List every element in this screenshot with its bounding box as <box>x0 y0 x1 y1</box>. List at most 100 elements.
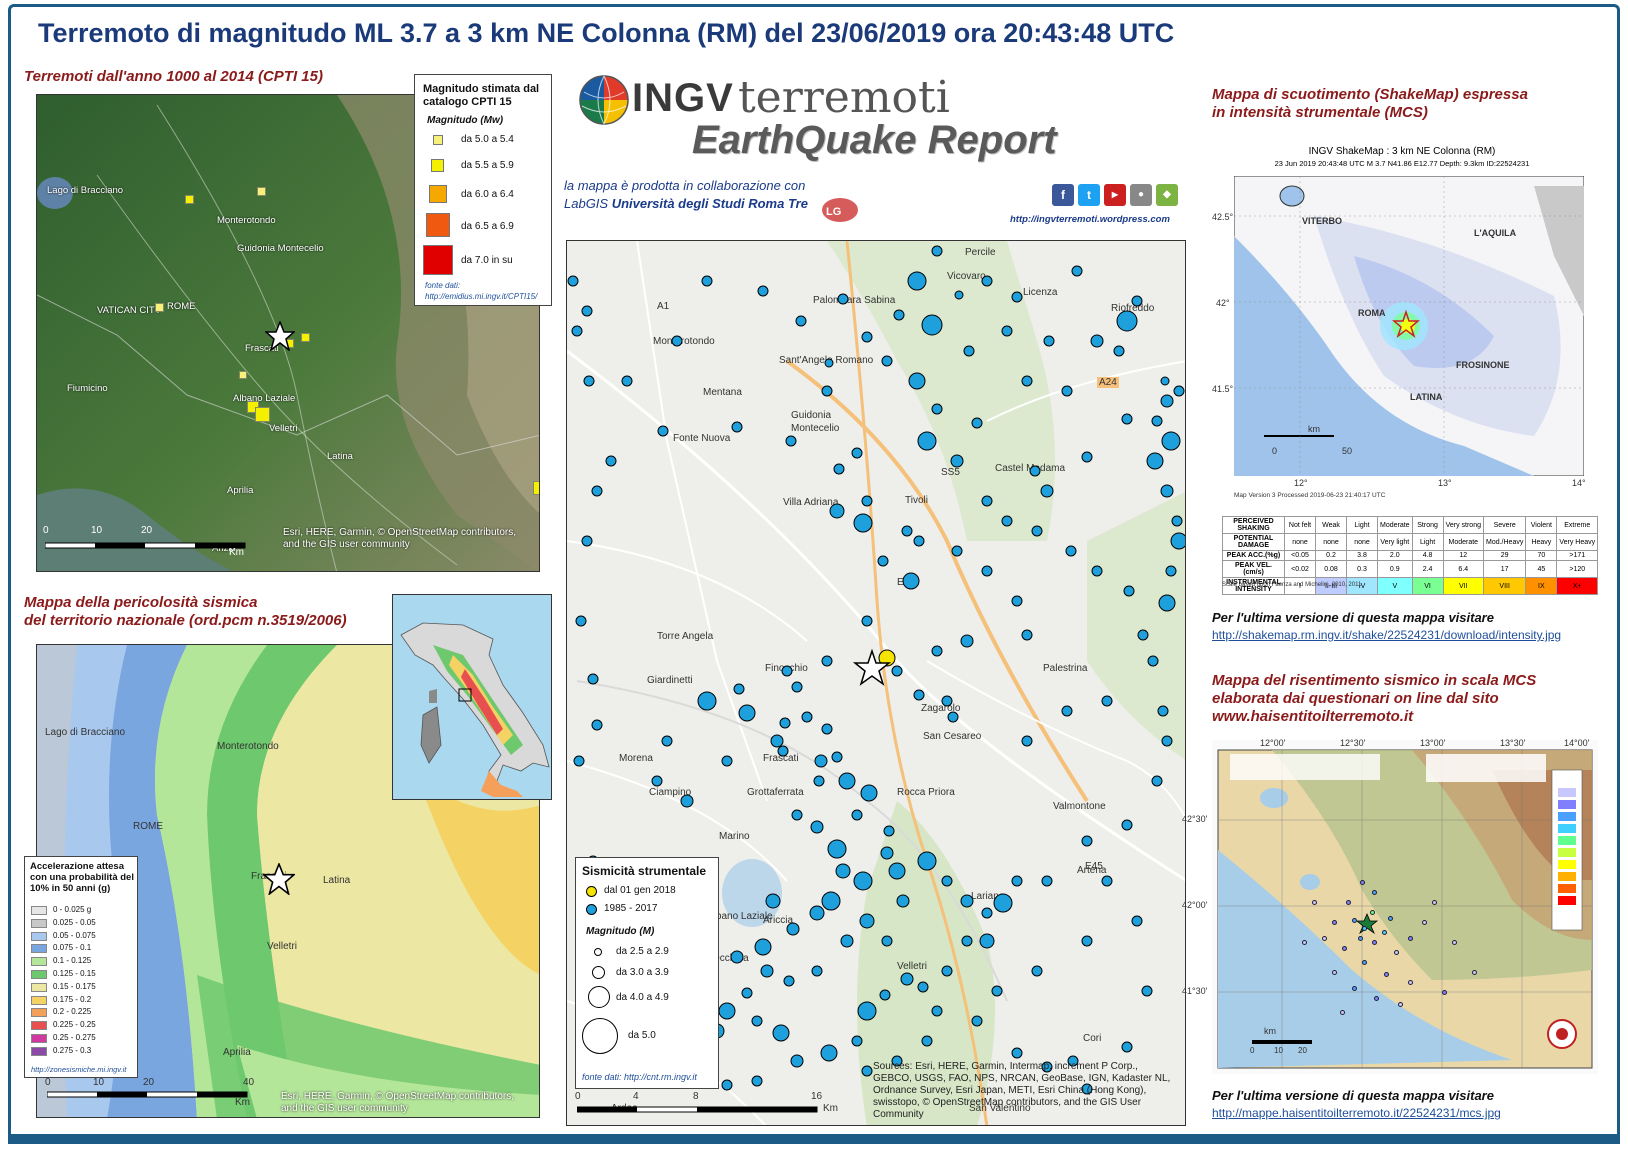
quake-event-marker[interactable] <box>757 285 769 297</box>
felt-report-marker[interactable] <box>1332 970 1337 975</box>
quake-event-marker[interactable] <box>853 871 873 891</box>
historic-quake-marker[interactable] <box>255 407 270 422</box>
quake-event-marker[interactable] <box>731 421 743 433</box>
felt-report-marker[interactable] <box>1408 980 1413 985</box>
quake-event-marker[interactable] <box>941 875 953 887</box>
quake-event-marker[interactable] <box>1071 265 1083 277</box>
quake-event-marker[interactable] <box>861 1065 873 1077</box>
quake-event-marker[interactable] <box>881 935 893 947</box>
quake-event-marker[interactable] <box>567 275 579 287</box>
quake-event-marker[interactable] <box>853 513 873 533</box>
felt-report-marker[interactable] <box>1340 1010 1345 1015</box>
apple-icon[interactable]: ● <box>1130 184 1152 206</box>
quake-event-marker[interactable] <box>1151 415 1163 427</box>
quake-event-marker[interactable] <box>605 455 617 467</box>
quake-event-marker[interactable] <box>781 665 793 677</box>
felt-report-marker[interactable] <box>1374 996 1379 1001</box>
quake-event-marker[interactable] <box>979 933 995 949</box>
quake-event-marker[interactable] <box>941 965 953 977</box>
quake-event-marker[interactable] <box>829 503 845 519</box>
historic-quake-marker[interactable] <box>155 303 164 312</box>
quake-event-marker[interactable] <box>1141 985 1153 997</box>
quake-event-marker[interactable] <box>861 495 873 507</box>
quake-event-marker[interactable] <box>1011 291 1023 303</box>
shakemap-visit-link[interactable]: http://shakemap.rm.ingv.it/shake/2252423… <box>1212 628 1561 642</box>
quake-event-marker[interactable] <box>931 645 943 657</box>
quake-event-marker[interactable] <box>790 1054 804 1068</box>
quake-event-marker[interactable] <box>1011 595 1023 607</box>
quake-event-marker[interactable] <box>993 893 1013 913</box>
quake-event-marker[interactable] <box>971 417 983 429</box>
felt-report-marker[interactable] <box>1372 940 1377 945</box>
felt-report-marker[interactable] <box>1352 986 1357 991</box>
quake-event-marker[interactable] <box>1081 451 1093 463</box>
quake-event-marker[interactable] <box>917 981 929 993</box>
quake-event-marker[interactable] <box>860 784 878 802</box>
quake-event-marker[interactable] <box>880 846 894 860</box>
quake-event-marker[interactable] <box>857 1001 877 1021</box>
quake-event-marker[interactable] <box>931 245 943 257</box>
quake-event-marker[interactable] <box>754 938 772 956</box>
quake-event-marker[interactable] <box>1158 594 1176 612</box>
quake-event-marker[interactable] <box>1161 735 1173 747</box>
quake-event-marker[interactable] <box>900 972 914 986</box>
quake-event-marker[interactable] <box>1123 585 1135 597</box>
quake-event-marker[interactable] <box>851 1035 863 1047</box>
quake-event-marker[interactable] <box>783 975 795 987</box>
quake-event-marker[interactable] <box>1173 385 1185 397</box>
quake-event-marker[interactable] <box>772 1024 790 1042</box>
quake-event-marker[interactable] <box>981 275 993 287</box>
quake-event-marker[interactable] <box>1171 515 1183 527</box>
quake-event-marker[interactable] <box>583 375 595 387</box>
quake-event-marker[interactable] <box>1040 484 1054 498</box>
quake-event-marker[interactable] <box>591 485 603 497</box>
quake-event-marker[interactable] <box>931 403 943 415</box>
quake-event-marker[interactable] <box>1021 735 1033 747</box>
quake-event-marker[interactable] <box>907 271 927 291</box>
quake-event-marker[interactable] <box>1160 394 1174 408</box>
felt-report-marker[interactable] <box>1442 990 1447 995</box>
quake-event-marker[interactable] <box>981 565 993 577</box>
quake-event-marker[interactable] <box>718 1002 736 1020</box>
quake-event-marker[interactable] <box>901 525 913 537</box>
quake-event-marker[interactable] <box>791 681 803 693</box>
hsit-visit-link[interactable]: http://mappe.haisentitoilterremoto.it/22… <box>1212 1106 1501 1120</box>
quake-event-marker[interactable] <box>859 913 875 929</box>
quake-event-marker[interactable] <box>591 719 603 731</box>
felt-report-marker[interactable] <box>1358 936 1363 941</box>
quake-event-marker[interactable] <box>1091 565 1103 577</box>
quake-event-marker[interactable] <box>1161 431 1181 451</box>
quake-event-marker[interactable] <box>1011 1047 1023 1059</box>
quake-event-marker[interactable] <box>1065 545 1077 557</box>
quake-event-marker[interactable] <box>896 894 910 908</box>
quake-event-marker[interactable] <box>879 989 891 1001</box>
quake-event-marker[interactable] <box>1031 965 1043 977</box>
quake-event-marker[interactable] <box>851 447 863 459</box>
felt-report-marker[interactable] <box>1312 900 1317 905</box>
felt-report-marker[interactable] <box>1398 1002 1403 1007</box>
quake-event-marker[interactable] <box>893 309 905 321</box>
quake-event-marker[interactable] <box>809 905 825 921</box>
felt-report-marker[interactable] <box>1472 970 1477 975</box>
quake-event-marker[interactable] <box>1011 875 1023 887</box>
quake-event-marker[interactable] <box>921 1035 933 1047</box>
historic-quake-marker[interactable] <box>301 333 310 342</box>
felt-report-marker[interactable] <box>1362 960 1367 965</box>
italy-inset-map[interactable] <box>392 594 552 800</box>
felt-report-marker[interactable] <box>1388 916 1393 921</box>
shakemap-panel[interactable]: INGV ShakeMap : 3 km NE Colonna (RM) 23 … <box>1212 146 1592 506</box>
felt-report-marker[interactable] <box>1322 936 1327 941</box>
quake-event-marker[interactable] <box>680 794 694 808</box>
quake-event-marker[interactable] <box>877 555 889 567</box>
quake-event-marker[interactable] <box>835 863 851 879</box>
felt-report-marker[interactable] <box>1342 946 1347 951</box>
quake-event-marker[interactable] <box>571 325 583 337</box>
epicenter-star-icon[interactable] <box>265 321 295 351</box>
felt-report-marker[interactable] <box>1408 936 1413 941</box>
felt-report-marker[interactable] <box>1360 880 1365 885</box>
quake-event-marker[interactable] <box>770 734 784 748</box>
quake-event-marker[interactable] <box>575 615 587 627</box>
quake-event-marker[interactable] <box>1131 295 1143 307</box>
quake-event-marker[interactable] <box>751 1075 763 1087</box>
quake-event-marker[interactable] <box>1021 629 1033 641</box>
